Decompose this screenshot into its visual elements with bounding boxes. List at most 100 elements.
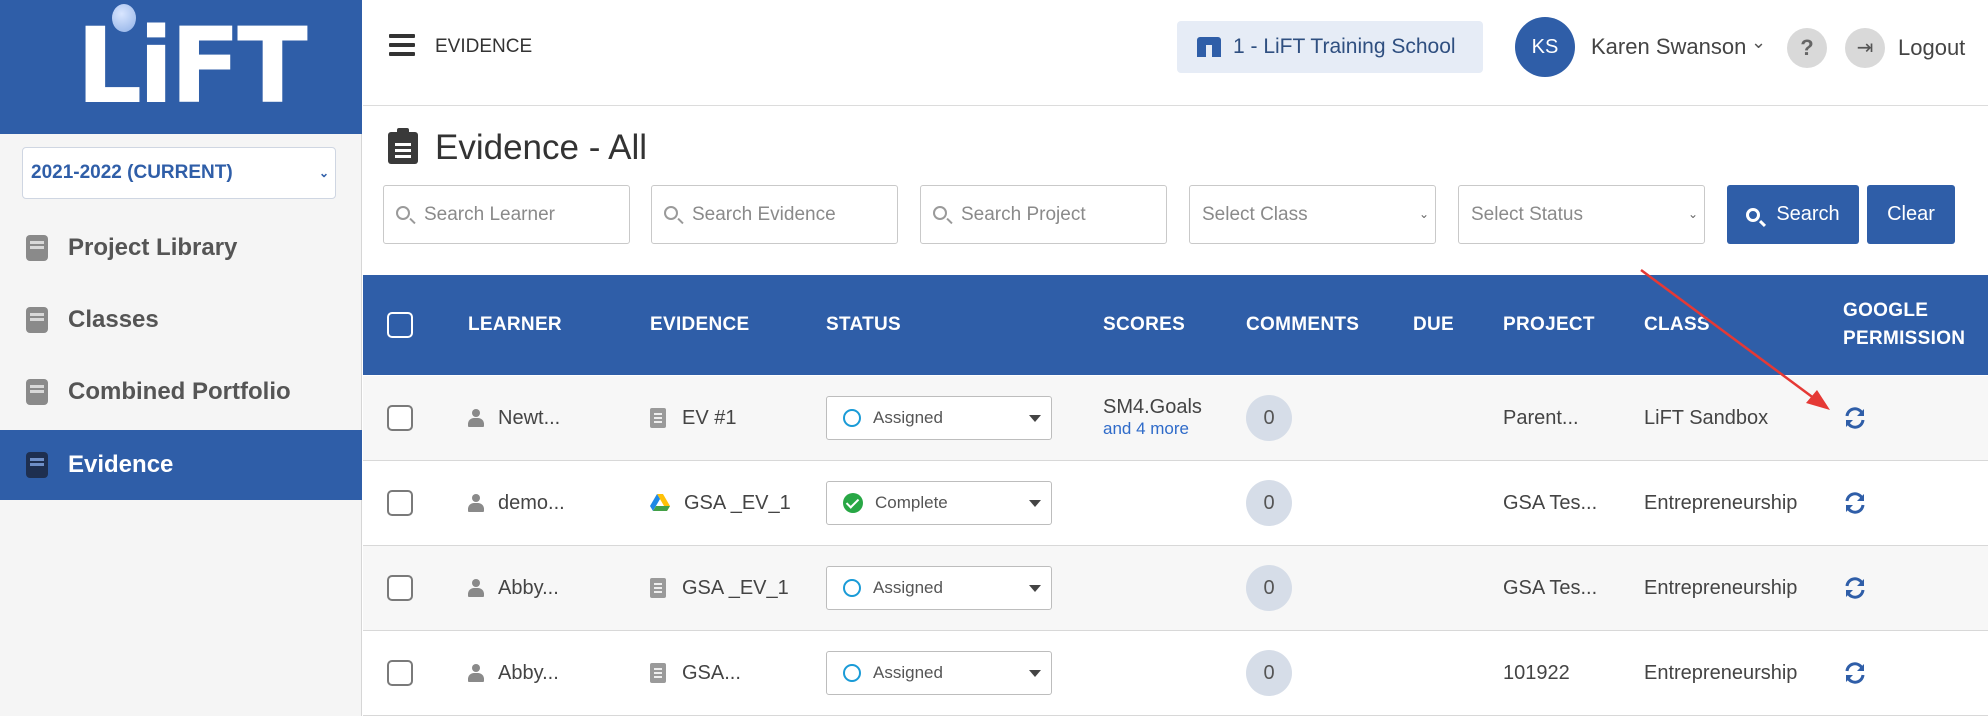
avatar[interactable]: KS: [1515, 17, 1575, 77]
row-checkbox[interactable]: [387, 546, 413, 630]
column-header-learner[interactable]: LEARNER: [468, 275, 562, 375]
doc-icon: [650, 578, 666, 598]
search-project-input[interactable]: [961, 186, 1161, 243]
refresh-icon[interactable]: [1843, 661, 1867, 685]
google-drive-icon: [650, 494, 670, 511]
column-header-scores[interactable]: SCORES: [1103, 275, 1185, 375]
comments-cell: 0: [1246, 546, 1292, 630]
clear-button[interactable]: Clear: [1867, 185, 1955, 244]
sidebar-item-label: Project Library: [68, 234, 238, 261]
table-row[interactable]: demo... GSA _EV_1 Complete 0 GSA Tes... …: [363, 461, 1988, 546]
assigned-circle-icon: [843, 409, 861, 427]
status-dropdown[interactable]: Assigned: [826, 396, 1052, 440]
status-dropdown[interactable]: Complete: [826, 481, 1052, 525]
column-header-class[interactable]: CLASS: [1644, 275, 1710, 375]
user-name[interactable]: Karen Swanson: [1591, 34, 1746, 60]
status-value: Complete: [875, 493, 948, 512]
evidence-cell[interactable]: EV #1: [650, 376, 736, 460]
person-icon: [468, 494, 484, 512]
comments-count[interactable]: 0: [1246, 395, 1292, 441]
status-value: Assigned: [873, 578, 943, 597]
project-cell[interactable]: 101922: [1503, 631, 1570, 715]
caret-down-icon: [1029, 500, 1041, 507]
google-permission-cell: [1843, 461, 1867, 545]
learner-cell[interactable]: Newt...: [468, 376, 560, 460]
refresh-icon[interactable]: [1843, 406, 1867, 430]
complete-check-icon: [843, 493, 863, 513]
evidence-cell[interactable]: GSA _EV_1: [650, 461, 791, 545]
table-row[interactable]: Abby... GSA _EV_1 Assigned 0 GSA Tes... …: [363, 546, 1988, 631]
google-permission-cell: [1843, 376, 1867, 460]
evidence-cell[interactable]: GSA...: [650, 631, 741, 715]
checkbox[interactable]: [387, 405, 413, 431]
column-header-comments[interactable]: COMMENTS: [1246, 275, 1359, 375]
search-evidence-field[interactable]: [651, 185, 898, 244]
column-header-permission: PERMISSION: [1843, 328, 1966, 349]
project-cell[interactable]: Parent...: [1503, 376, 1579, 460]
row-checkbox[interactable]: [387, 461, 413, 545]
row-checkbox[interactable]: [387, 376, 413, 460]
project-cell[interactable]: GSA Tes...: [1503, 546, 1597, 630]
status-cell: Assigned: [826, 546, 1052, 630]
lift-logo[interactable]: LiFT: [76, 10, 308, 122]
sidebar-item-evidence[interactable]: Evidence: [0, 430, 362, 500]
chevron-down-icon: ⌄: [1418, 207, 1429, 221]
school-switcher[interactable]: 1 - LiFT Training School: [1177, 21, 1483, 73]
column-header-google-permission[interactable]: GOOGLE PERMISSION: [1843, 275, 1965, 375]
checkbox[interactable]: [387, 660, 413, 686]
search-learner-field[interactable]: [383, 185, 630, 244]
evidence-name: GSA _EV_1: [682, 576, 789, 599]
scores-more-link[interactable]: and 4 more: [1103, 418, 1189, 440]
checkbox[interactable]: [387, 575, 413, 601]
caret-down-icon: [1029, 670, 1041, 677]
row-checkbox[interactable]: [387, 631, 413, 715]
refresh-icon[interactable]: [1843, 491, 1867, 515]
learner-cell[interactable]: Abby...: [468, 546, 559, 630]
chevron-down-icon[interactable]: ⌄: [1751, 32, 1766, 53]
project-cell[interactable]: GSA Tes...: [1503, 461, 1597, 545]
refresh-icon[interactable]: [1843, 576, 1867, 600]
table-row[interactable]: Abby... GSA... Assigned 0 101922 Entrepr…: [363, 631, 1988, 716]
search-evidence-input[interactable]: [692, 186, 892, 243]
comments-count[interactable]: 0: [1246, 565, 1292, 611]
status-dropdown[interactable]: Assigned: [826, 566, 1052, 610]
sidebar-item-label: Classes: [68, 306, 159, 333]
status-select[interactable]: Select Status ⌄: [1458, 185, 1705, 244]
sidebar-item-classes[interactable]: Classes: [0, 285, 362, 355]
status-dropdown[interactable]: Assigned: [826, 651, 1052, 695]
column-header-project[interactable]: PROJECT: [1503, 275, 1595, 375]
scores-cell: SM4.Goals and 4 more: [1103, 376, 1202, 460]
class-select[interactable]: Select Class ⌄: [1189, 185, 1436, 244]
comments-count[interactable]: 0: [1246, 650, 1292, 696]
column-header-evidence[interactable]: EVIDENCE: [650, 275, 750, 375]
select-all-checkbox[interactable]: [387, 312, 413, 338]
search-learner-input[interactable]: [424, 186, 624, 243]
class-cell: LiFT Sandbox: [1644, 406, 1769, 429]
search-project-field[interactable]: [920, 185, 1167, 244]
sidebar-item-project-library[interactable]: Project Library: [0, 213, 362, 283]
comments-cell: 0: [1246, 376, 1292, 460]
caret-down-icon: [1029, 585, 1041, 592]
column-header-due[interactable]: DUE: [1413, 275, 1454, 375]
learner-cell[interactable]: demo...: [468, 461, 565, 545]
logout-icon[interactable]: ⇥: [1845, 28, 1885, 68]
column-header-status[interactable]: STATUS: [826, 275, 901, 375]
learner-cell[interactable]: Abby...: [468, 631, 559, 715]
sidebar-item-combined-portfolio[interactable]: Combined Portfolio: [0, 357, 362, 427]
assigned-circle-icon: [843, 579, 861, 597]
search-button[interactable]: Search: [1727, 185, 1859, 244]
comments-count[interactable]: 0: [1246, 480, 1292, 526]
book-icon: [26, 379, 48, 405]
school-year-select[interactable]: 2021-2022 (CURRENT) ⌄: [22, 147, 336, 199]
google-permission-cell: [1843, 631, 1867, 715]
help-icon[interactable]: ?: [1787, 28, 1827, 68]
evidence-cell[interactable]: GSA _EV_1: [650, 546, 789, 630]
hamburger-menu-icon[interactable]: [389, 34, 415, 56]
checkbox[interactable]: [387, 490, 413, 516]
table-row[interactable]: Newt... EV #1 Assigned SM4.Goals and 4 m…: [363, 376, 1988, 461]
learner-name: Abby...: [498, 661, 559, 684]
learner-name: Abby...: [498, 576, 559, 599]
logout-link[interactable]: Logout: [1898, 35, 1965, 61]
school-icon: [1197, 37, 1221, 57]
top-bar: EVIDENCE 1 - LiFT Training School KS Kar…: [363, 0, 1988, 106]
